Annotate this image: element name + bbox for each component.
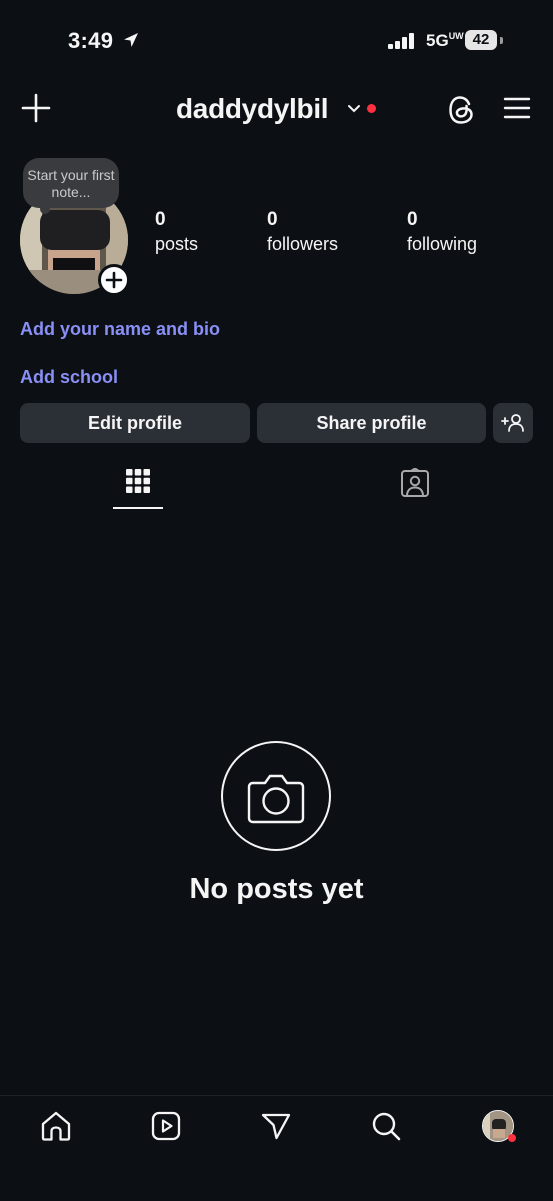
add-person-icon	[501, 413, 525, 433]
grid-icon	[126, 469, 150, 493]
home-icon[interactable]	[40, 1110, 72, 1142]
plus-icon[interactable]	[20, 92, 52, 124]
add-bio-link[interactable]: Add your name and bio	[20, 319, 220, 340]
menu-icon[interactable]	[503, 96, 531, 120]
note-bubble[interactable]: Start your first note...	[23, 158, 119, 208]
network-label: 5G	[426, 31, 449, 50]
status-bar: 3:49 5GUW 42	[0, 0, 553, 82]
battery-indicator: 42	[465, 30, 497, 50]
tagged-icon	[400, 468, 430, 498]
share-profile-button[interactable]: Share profile	[257, 403, 486, 443]
reels-icon[interactable]	[150, 1110, 182, 1142]
posts-label: posts	[155, 234, 199, 254]
empty-state-title: No posts yet	[189, 873, 364, 905]
stat-followers[interactable]: 0 followers	[267, 209, 338, 256]
active-tab-indicator	[113, 507, 163, 509]
followers-count: 0	[267, 209, 278, 230]
add-school-link[interactable]: Add school	[20, 367, 118, 388]
followers-label: followers	[267, 234, 339, 254]
signal-icon	[388, 33, 418, 49]
profile-notification-dot	[508, 1134, 516, 1142]
chevron-down-icon[interactable]	[347, 104, 361, 114]
camera-icon	[221, 741, 331, 851]
network-suffix: UW	[448, 31, 464, 41]
stat-following[interactable]: 0 following	[407, 209, 477, 256]
stat-posts[interactable]: 0 posts	[155, 209, 198, 256]
status-time: 3:49	[68, 28, 114, 53]
search-icon[interactable]	[370, 1110, 402, 1142]
network-indicator: 5GUW	[426, 31, 464, 51]
discover-people-button[interactable]	[493, 403, 533, 443]
profile-username[interactable]: daddydylbil	[176, 93, 329, 125]
add-story-button[interactable]	[98, 264, 130, 296]
note-bubble-tail	[40, 204, 50, 214]
edit-profile-button[interactable]: Edit profile	[20, 403, 250, 443]
posts-count: 0	[155, 209, 166, 230]
threads-icon[interactable]	[447, 94, 477, 126]
following-count: 0	[407, 209, 418, 230]
tab-posts-grid[interactable]	[113, 465, 163, 511]
tab-tagged[interactable]	[390, 465, 440, 511]
following-label: following	[407, 234, 478, 254]
send-icon[interactable]	[260, 1110, 292, 1142]
notification-dot	[367, 104, 376, 113]
battery-nub	[500, 37, 503, 44]
location-arrow-icon	[122, 31, 140, 49]
